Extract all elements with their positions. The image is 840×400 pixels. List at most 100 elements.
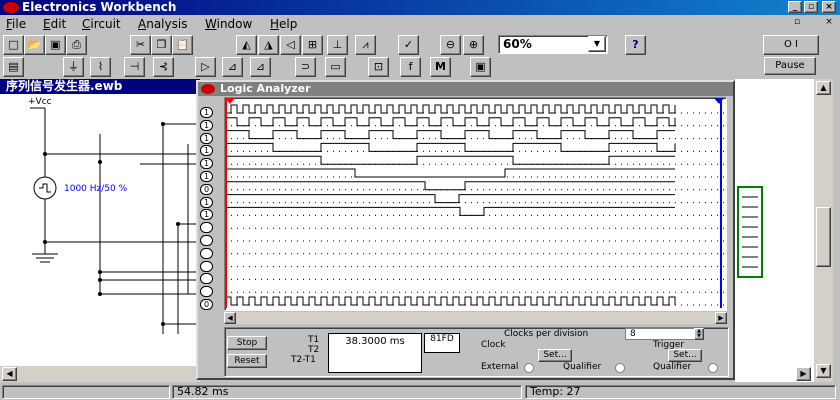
logic-analyzer-title: Logic Analyzer [220, 82, 311, 95]
stepper-icon[interactable]: ▲ ▼ [694, 328, 704, 340]
diodes-icon[interactable]: ⊣ [124, 57, 145, 77]
close-child-button[interactable]: × [822, 17, 836, 30]
external-label: External [481, 362, 519, 372]
status-bar: 54.82 ms Temp: 27 [0, 383, 840, 400]
parts-bin-icon[interactable]: ▤ [3, 57, 24, 77]
reset-button[interactable]: Reset [227, 354, 267, 368]
power-switch[interactable]: O I [763, 35, 819, 55]
channel-indicators: 1111110110 [200, 107, 220, 310]
trigger-qualifier-radio[interactable] [708, 363, 718, 373]
restore-button[interactable]: ▫ [804, 1, 818, 13]
copy-icon[interactable]: ❐ [151, 35, 172, 55]
waveform-display[interactable] [224, 97, 727, 311]
circuit-window-title: 序列信号发生器.ewb [0, 79, 200, 94]
open-folder-icon[interactable]: 📂 [24, 35, 45, 55]
misc-icon[interactable]: M [430, 57, 451, 77]
flip-vertical-icon[interactable]: ◁ [280, 35, 301, 55]
scroll-thumb[interactable] [816, 207, 831, 267]
menu-file[interactable]: File [6, 16, 26, 32]
menu-window[interactable]: Window [205, 16, 252, 32]
external-radio[interactable] [524, 363, 534, 373]
horizontal-scrollbar[interactable]: ◀ [0, 366, 200, 382]
transistors-icon[interactable]: ⊰ [153, 57, 174, 77]
paste-icon[interactable]: 📋 [172, 35, 193, 55]
digital-ic-icon[interactable]: ⊿ [250, 57, 271, 77]
app-title: Electronics Workbench [22, 0, 177, 14]
menu-bar: File Edit Circuit Analysis Window Help ▫… [0, 15, 840, 33]
close-button[interactable]: × [822, 1, 836, 13]
logic-analyzer-window[interactable]: Logic Analyzer 1111110110 ◀ ▶ Stop Reset… [196, 80, 735, 380]
subcircuit-icon[interactable]: ⊞ [302, 35, 323, 55]
analyzer-icon [201, 84, 215, 94]
stop-button[interactable]: Stop [227, 336, 267, 350]
trigger-set-button[interactable]: Set... [668, 349, 702, 362]
time-readout: 38.3000 ms [328, 333, 422, 373]
trigger-qualifier-label: Qualifier [653, 362, 692, 372]
controls-icon[interactable]: f [400, 57, 421, 77]
clock-qualifier-label: Qualifier [563, 362, 602, 372]
scroll-up-icon[interactable]: ▲ [816, 81, 831, 95]
zoom-in-icon[interactable]: ⊕ [463, 35, 484, 55]
channel-indicator [200, 273, 213, 285]
menu-edit[interactable]: Edit [43, 16, 66, 32]
analysis-graph-icon[interactable]: ⩘ [355, 35, 376, 55]
title-bar: Electronics Workbench _ ▫ × [0, 0, 840, 15]
cut-icon[interactable]: ✂ [130, 35, 151, 55]
mixed-ic-icon[interactable]: ⊿ [222, 57, 243, 77]
instruments-icon[interactable]: ▣ [470, 57, 491, 77]
digital-icon[interactable]: ▭ [325, 57, 346, 77]
channel-waveform [225, 194, 675, 204]
scroll-left-icon[interactable]: ◀ [224, 312, 236, 324]
channel-waveform [224, 296, 676, 306]
scroll-right-icon[interactable]: ▶ [796, 367, 811, 381]
minimize-button[interactable]: _ [788, 1, 802, 13]
scroll-left-icon[interactable]: ◀ [2, 367, 17, 381]
logic-analyzer-title-bar[interactable]: Logic Analyzer [198, 82, 733, 96]
channel-indicator [200, 222, 213, 234]
analog-ic-icon[interactable]: ▷ [195, 57, 216, 77]
connector-block [737, 186, 763, 278]
indicators-icon[interactable]: ⊡ [368, 57, 389, 77]
chevron-down-icon[interactable]: ▼ [588, 36, 606, 52]
channel-indicator [200, 260, 213, 272]
sources-icon[interactable]: ⏚ [63, 57, 84, 77]
channel-indicator: 1 [200, 145, 213, 157]
scroll-right-icon[interactable]: ▶ [715, 312, 727, 324]
component-properties-icon[interactable]: ✓ [398, 35, 419, 55]
channel-indicator: 1 [200, 107, 213, 118]
vertical-scrollbar[interactable]: ▲ ▼ [814, 79, 833, 382]
zoom-out-icon[interactable]: ⊖ [440, 35, 461, 55]
clock-qualifier-radio[interactable] [615, 363, 625, 373]
channel-waveform [225, 117, 676, 127]
menu-analysis[interactable]: Analysis [138, 16, 187, 32]
channel-waveform [225, 168, 675, 178]
basic-parts-icon[interactable]: ⌇ [90, 57, 111, 77]
restore-child-button[interactable]: ▫ [790, 17, 804, 30]
waveform-plot [224, 98, 724, 308]
clocks-per-division-label: Clocks per division [504, 329, 589, 339]
help-button[interactable]: ? [625, 35, 646, 55]
channel-waveform [224, 104, 676, 114]
channel-indicator [200, 235, 213, 246]
menu-circuit[interactable]: Circuit [82, 16, 121, 32]
clock-set-button[interactable]: Set... [538, 349, 572, 362]
menu-help[interactable]: Help [270, 16, 297, 32]
pause-button[interactable]: Pause [764, 57, 816, 75]
source-label: 1000 Hz/50 % [64, 184, 128, 194]
scroll-down-icon[interactable]: ▼ [816, 364, 831, 378]
channel-indicator: 1 [200, 158, 213, 170]
channel-waveform [225, 181, 675, 191]
graph-icon[interactable]: ⊥ [327, 35, 348, 55]
flip-horizontal-icon[interactable]: ◮ [258, 35, 279, 55]
t2-label: T2 [308, 345, 320, 355]
channel-indicator: 0 [200, 183, 213, 195]
save-icon[interactable]: ▣ [45, 35, 66, 55]
waveform-scrollbar[interactable]: ◀ ▶ [224, 312, 727, 324]
rotate-icon[interactable]: ◭ [236, 35, 257, 55]
clocks-per-division-input[interactable]: 8 [625, 328, 695, 340]
circuit-schematic[interactable] [0, 94, 200, 382]
logic-gates-icon[interactable]: ⊃ [295, 57, 316, 77]
print-icon[interactable]: ⎙ [66, 35, 87, 55]
channel-waveform [225, 155, 675, 165]
new-file-icon[interactable]: □ [3, 35, 24, 55]
